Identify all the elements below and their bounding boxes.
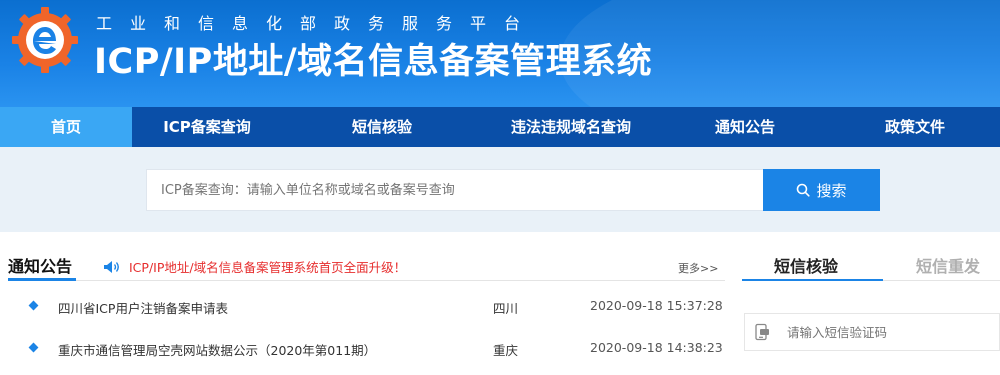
nav-item-icp-query[interactable]: ICP备案查询 (132, 107, 282, 147)
bullet-icon (28, 342, 39, 353)
notice-tab-underline (8, 278, 76, 281)
site-header: 工业和信息化部政务服务平台 ICP/IP地址/域名信息备案管理系统 (0, 0, 1000, 107)
sms-code-field (744, 313, 1000, 351)
notice-date: 2020-09-18 15:37:28 (590, 298, 723, 313)
tab-sms-resend[interactable]: 短信重发 (916, 253, 980, 277)
bullet-icon (28, 300, 39, 311)
notice-region: 重庆 (493, 343, 519, 358)
notice-date: 2020-09-18 14:38:23 (590, 340, 723, 355)
phone-message-icon (755, 323, 769, 341)
sms-code-input[interactable] (785, 323, 989, 341)
search-area: 搜索 (0, 147, 1000, 232)
speaker-icon (104, 260, 119, 273)
notice-divider (8, 280, 725, 281)
list-item: 四川省ICP用户注销备案申请表 四川 2020-09-18 15:37:28 (0, 294, 725, 322)
marquee-text: ICP/IP地址/域名信息备案管理系统首页全面升级！ (129, 260, 407, 275)
sms-panel: 短信核验 短信重发 (742, 240, 1000, 375)
sms-tab-underline (742, 279, 883, 281)
tab-sms-verify[interactable]: 短信核验 (774, 253, 838, 277)
notice-region: 四川 (493, 301, 519, 316)
nav-item-home[interactable]: 首页 (0, 107, 132, 147)
more-link[interactable]: 更多>> (678, 260, 718, 276)
search-button[interactable]: 搜索 (763, 169, 880, 211)
main-nav: 首页 ICP备案查询 短信核验 违法违规域名查询 通知公告 政策文件 (0, 107, 1000, 147)
search-button-label: 搜索 (816, 181, 847, 200)
notice-title[interactable]: 重庆市通信管理局空壳网站数据公示（2020年第011期） (58, 340, 376, 359)
nav-item-policy[interactable]: 政策文件 (830, 107, 1000, 147)
icp-search-input[interactable] (146, 169, 763, 211)
system-title: ICP/IP地址/域名信息备案管理系统 (94, 42, 653, 82)
nav-item-illegal-domain-query[interactable]: 违法违规域名查询 (482, 107, 660, 147)
nav-item-sms-verify[interactable]: 短信核验 (282, 107, 482, 147)
notice-title[interactable]: 四川省ICP用户注销备案申请表 (58, 298, 228, 317)
notice-tab[interactable]: 通知公告 (8, 253, 72, 277)
platform-subtitle: 工业和信息化部政务服务平台 (96, 14, 539, 33)
nav-item-notices[interactable]: 通知公告 (660, 107, 830, 147)
search-icon (797, 183, 811, 197)
list-item: 重庆市通信管理局空壳网站数据公示（2020年第011期） 重庆 2020-09-… (0, 336, 725, 364)
gear-e-logo-icon (12, 7, 78, 73)
sms-tab-divider (883, 280, 1000, 281)
notice-marquee[interactable]: ICP/IP地址/域名信息备案管理系统首页全面升级！ (103, 257, 406, 276)
